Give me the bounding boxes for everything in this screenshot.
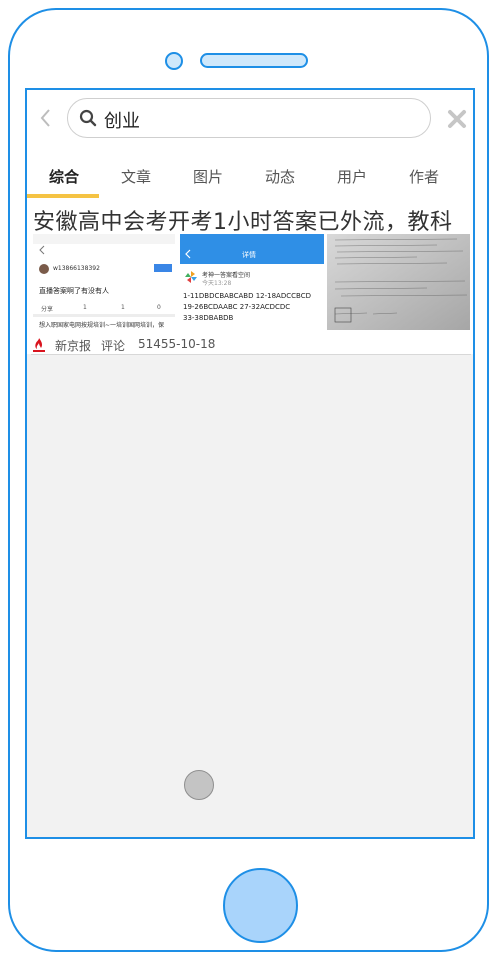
news-thumbnail-2[interactable]: 详情 考神一答案看空间 今天13:28 1-11DBDCBABCABD 12-1… (180, 234, 324, 330)
home-button[interactable] (223, 868, 298, 943)
flame-icon (33, 338, 45, 352)
tab-authors[interactable]: 作者 (409, 166, 439, 187)
tab-comprehensive[interactable]: 综合 (49, 166, 79, 187)
camera-icon (165, 52, 183, 70)
tab-images[interactable]: 图片 (193, 166, 223, 187)
news-card[interactable]: 安徽高中会考开考1小时答案已外流，教科 w13866138392 直播答案啊了有… (27, 198, 473, 354)
tab-users[interactable]: 用户 (337, 166, 367, 187)
tab-moments[interactable]: 动态 (265, 166, 295, 187)
post-time: 今天13:28 (202, 280, 232, 287)
back-arrow-icon (39, 245, 45, 255)
search-icon (79, 109, 97, 127)
news-comments[interactable]: 评论 (101, 337, 125, 354)
news-meta: 新京报 评论 51455-10-18 (33, 336, 473, 354)
answer-line: 33-38DBABDB (183, 314, 234, 322)
search-bar: 创业 (27, 90, 473, 148)
floating-assistive-button[interactable] (184, 770, 214, 800)
tab-articles[interactable]: 文章 (121, 166, 151, 187)
post-count: 1 (83, 304, 87, 311)
back-arrow-icon (185, 249, 191, 259)
search-input[interactable]: 创业 (67, 98, 431, 138)
post-user: w13866138392 (53, 265, 100, 272)
speaker-grille (200, 53, 308, 68)
answer-line: 1-11DBDCBABCABD 12-18ADCCBCD (183, 292, 311, 300)
post-count: 0 (157, 304, 161, 311)
status-bar (33, 234, 175, 244)
divider (31, 354, 471, 355)
pinwheel-icon (185, 271, 197, 283)
answer-line: 19-26BCDAABC 27-32ACDCDC (183, 303, 291, 311)
follow-badge (154, 264, 172, 272)
app-screen: 创业 综合 文章 图片 动态 用户 作者 安徽高中会考开考1小时答案已外流，教科… (25, 88, 475, 839)
exam-paper-photo (327, 234, 470, 330)
news-thumbnail-1[interactable]: w13866138392 直播答案啊了有没有人 分享 1 1 0 想入职国家电网… (33, 234, 175, 330)
news-source[interactable]: 新京报 (55, 337, 91, 354)
post-footer: 想入职国家电网按规培训~一培训国网培训，保 (39, 322, 165, 329)
avatar (39, 264, 49, 274)
search-query[interactable]: 创业 (104, 107, 140, 133)
category-tabs: 综合 文章 图片 动态 用户 作者 (27, 148, 473, 198)
close-icon[interactable] (446, 108, 468, 130)
news-thumbnail-3[interactable] (327, 234, 470, 330)
news-title[interactable]: 安徽高中会考开考1小时答案已外流，教科 (33, 204, 473, 236)
divider (33, 314, 175, 317)
back-arrow-icon[interactable] (37, 106, 55, 130)
news-date: 51455-10-18 (138, 337, 216, 351)
post-count: 1 (121, 304, 125, 311)
detail-header-title: 详情 (242, 251, 256, 259)
post-count: 分享 (41, 306, 54, 313)
post-caption: 直播答案啊了有没有人 (39, 287, 109, 295)
